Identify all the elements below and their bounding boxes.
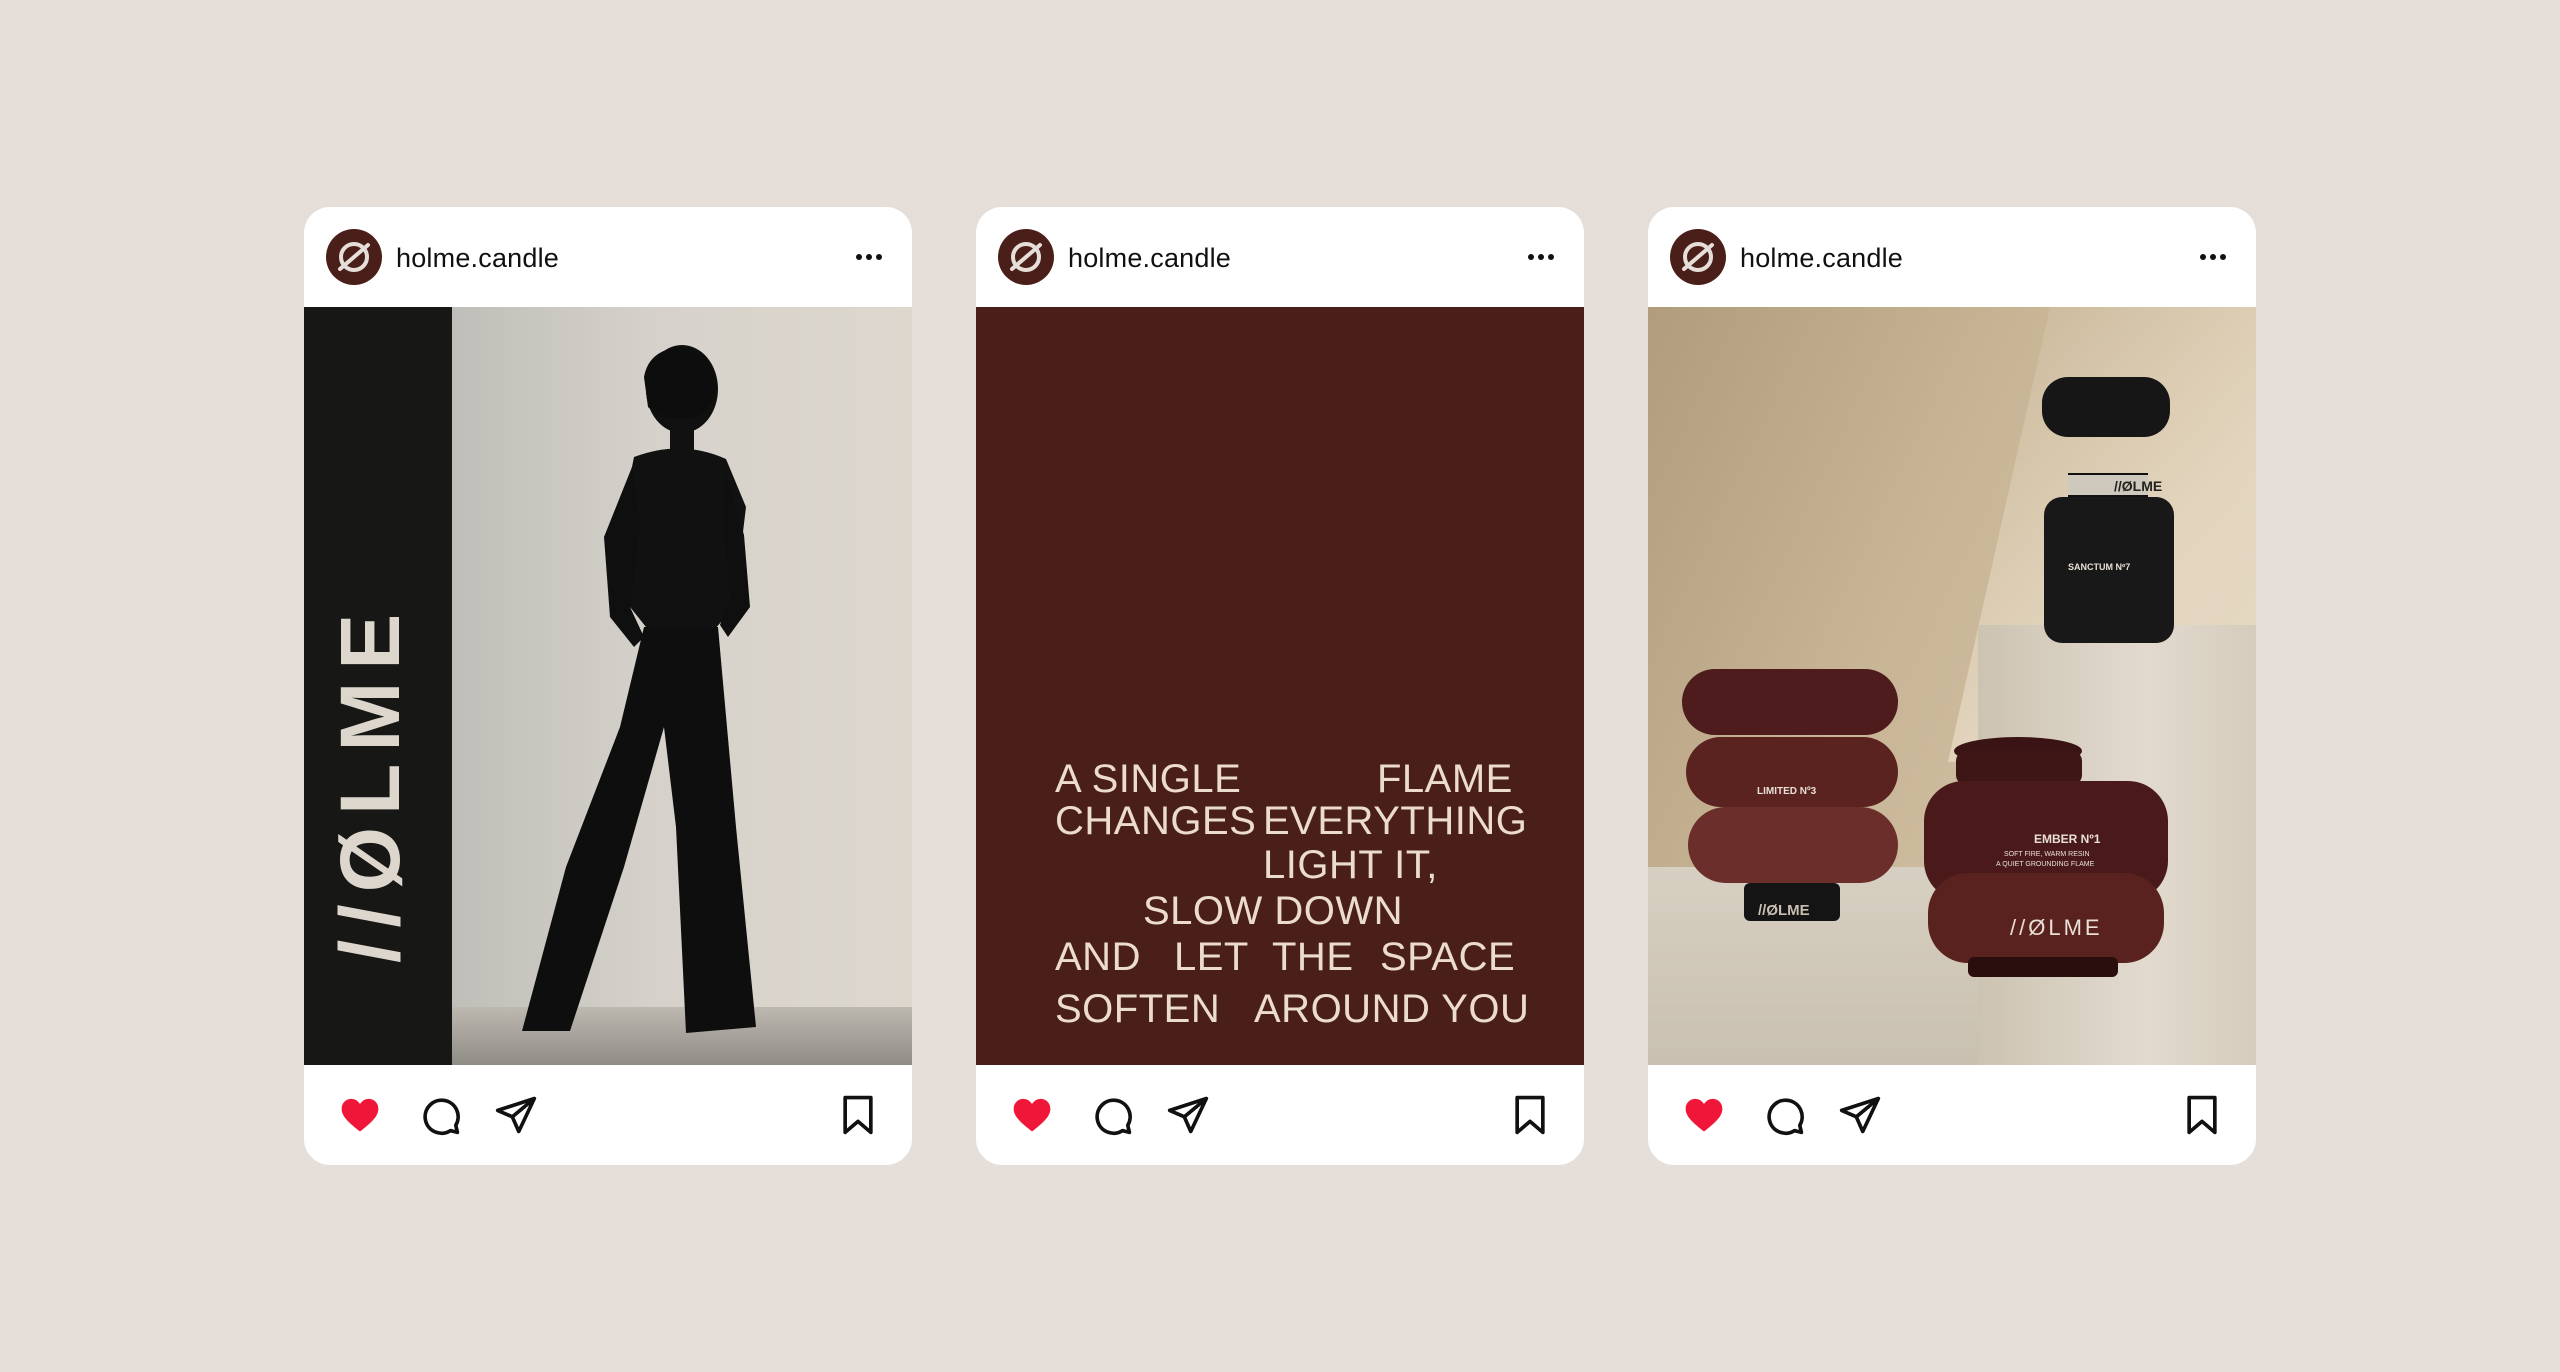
- heart-icon[interactable]: [1682, 1093, 1726, 1137]
- comment-icon[interactable]: [1762, 1093, 1806, 1137]
- post-actions: [304, 1065, 912, 1165]
- quote-text: AND: [1055, 935, 1141, 979]
- quote-text: THE: [1272, 935, 1354, 979]
- bookmark-icon[interactable]: [1508, 1093, 1552, 1137]
- bookmark-icon[interactable]: [2180, 1093, 2224, 1137]
- more-icon[interactable]: [854, 247, 884, 267]
- post-actions: [1648, 1065, 2256, 1165]
- jar-description: A QUIET GROUNDING FLAME: [1996, 861, 2095, 868]
- quote-text: CHANGES: [1055, 799, 1257, 843]
- post-header: holme.candle: [976, 207, 1584, 307]
- avatar[interactable]: [1670, 229, 1726, 285]
- more-icon[interactable]: [2198, 247, 2228, 267]
- post-image[interactable]: A SINGLE FLAME CHANGES EVERYTHING LIGHT …: [976, 307, 1584, 1065]
- jar-description: SOFT FIRE, WARM RESIN: [2004, 851, 2090, 858]
- holme-logo-icon: [338, 242, 370, 272]
- paper-plane-icon[interactable]: [1166, 1093, 1210, 1137]
- quote-text: SLOW DOWN: [1143, 889, 1404, 933]
- bottle-label: SANCTUM Nº7: [2068, 562, 2131, 572]
- comment-icon[interactable]: [1090, 1093, 1134, 1137]
- avatar[interactable]: [998, 229, 1054, 285]
- bottle-logo: //ØLME: [2114, 478, 2163, 494]
- quote-text: SPACE: [1380, 935, 1516, 979]
- post-card: holme.candle //ØLME SANCTUM Nº7 LIMITED …: [1648, 207, 2256, 1165]
- quote-text: EVERYTHING: [1263, 799, 1528, 843]
- jar-logo: //ØLME: [2010, 915, 2103, 940]
- quote-text: FLAME: [1377, 757, 1513, 801]
- post-card: holme.candle A SINGLE FLAME CHANGES EVER…: [976, 207, 1584, 1165]
- post-image[interactable]: //ØLME: [304, 307, 912, 1065]
- comment-icon[interactable]: [418, 1093, 462, 1137]
- paper-plane-icon[interactable]: [1838, 1093, 1882, 1137]
- paper-plane-icon[interactable]: [494, 1093, 538, 1137]
- holme-logo-icon: [1682, 242, 1714, 272]
- stack-logo: //ØLME: [1758, 902, 1810, 919]
- post-actions: [976, 1065, 1584, 1165]
- product-shapes: [1682, 377, 2174, 977]
- post-image[interactable]: //ØLME SANCTUM Nº7 LIMITED Nº3 //ØLME EM…: [1648, 307, 2256, 1065]
- username[interactable]: holme.candle: [1740, 243, 1903, 274]
- quote-text: LIGHT IT,: [1263, 843, 1438, 887]
- quote-text: AROUND YOU: [1254, 987, 1530, 1031]
- post-header: holme.candle: [1648, 207, 2256, 307]
- username[interactable]: holme.candle: [396, 243, 559, 274]
- bookmark-icon[interactable]: [836, 1093, 880, 1137]
- post-card: holme.candle //ØLME: [304, 207, 912, 1165]
- avatar[interactable]: [326, 229, 382, 285]
- brand-logo: //ØLME: [323, 601, 417, 963]
- jar-label: EMBER Nº1: [2034, 832, 2101, 846]
- holme-logo-icon: [1010, 242, 1042, 272]
- heart-icon[interactable]: [1010, 1093, 1054, 1137]
- quote-text: A SINGLE: [1055, 757, 1242, 801]
- stack-label: LIMITED Nº3: [1757, 786, 1817, 797]
- post-header: holme.candle: [304, 207, 912, 307]
- quote-text: SOFTEN: [1055, 987, 1221, 1031]
- more-icon[interactable]: [1526, 247, 1556, 267]
- quote-text: LET: [1174, 935, 1249, 979]
- username[interactable]: holme.candle: [1068, 243, 1231, 274]
- heart-icon[interactable]: [338, 1093, 382, 1137]
